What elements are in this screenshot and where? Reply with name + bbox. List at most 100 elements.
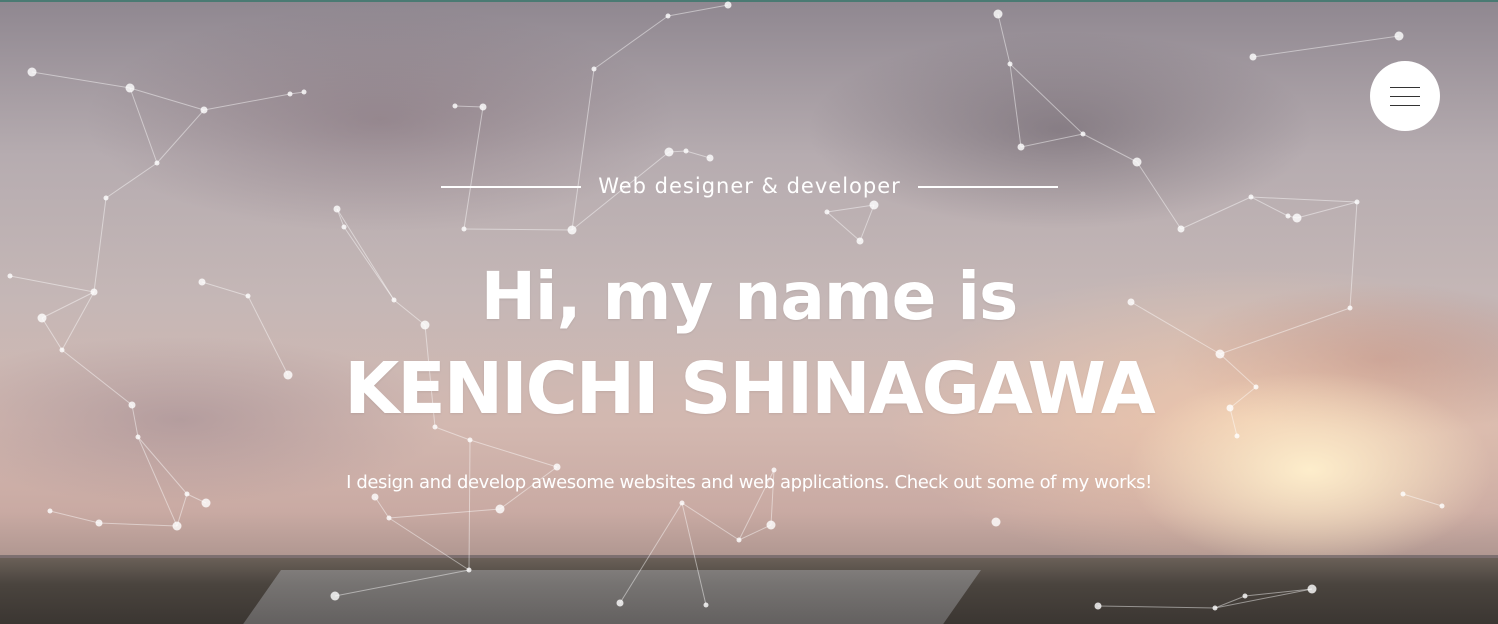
network-dot — [467, 437, 473, 443]
network-dot — [386, 515, 392, 521]
network-line — [49, 510, 100, 524]
network-line — [468, 439, 471, 571]
network-dot — [856, 237, 864, 245]
network-line — [388, 517, 470, 571]
network-dot — [1094, 602, 1102, 610]
network-dot — [1292, 213, 1302, 223]
network-dot — [1248, 194, 1254, 200]
network-dot — [736, 537, 742, 543]
network-dot — [1212, 605, 1218, 611]
network-dot — [200, 106, 208, 114]
network-dot — [1307, 584, 1317, 594]
network-line — [129, 87, 205, 111]
network-dot — [452, 103, 458, 109]
network-dot — [1439, 503, 1445, 509]
network-line — [98, 522, 178, 527]
network-line — [156, 109, 205, 164]
network-line — [463, 106, 484, 230]
network-line — [1214, 595, 1246, 609]
network-line — [619, 502, 683, 604]
network-line — [31, 71, 131, 89]
network-dot — [1017, 143, 1025, 151]
network-line — [1082, 133, 1138, 163]
network-line — [997, 13, 1011, 65]
network-dot — [1242, 593, 1248, 599]
network-dot — [461, 226, 467, 232]
network-line — [1136, 161, 1182, 230]
network-dot — [135, 434, 141, 440]
network-line — [176, 493, 188, 527]
network-dot — [1234, 433, 1240, 439]
network-dot — [824, 209, 830, 215]
network-dot — [495, 504, 505, 514]
network-line — [105, 162, 158, 199]
network-dot — [993, 9, 1003, 19]
network-line — [1250, 196, 1289, 217]
network-dot — [301, 89, 307, 95]
network-dot — [201, 498, 211, 508]
network-dot — [991, 517, 1001, 527]
network-dot — [333, 205, 341, 213]
network-dot — [724, 1, 732, 9]
network-dot — [330, 591, 340, 601]
network-dot — [341, 224, 347, 230]
network-dot — [466, 567, 472, 573]
network-dot — [1354, 199, 1360, 205]
network-line — [1214, 588, 1313, 609]
hero-description: I design and develop awesome websites an… — [346, 472, 1152, 493]
network-line — [685, 150, 711, 159]
network-dot — [287, 91, 293, 97]
network-line — [388, 508, 501, 519]
network-line — [334, 569, 470, 597]
network-line — [1009, 63, 1022, 148]
subtitle: Web designer & developer — [598, 174, 901, 198]
hamburger-bar — [1390, 96, 1420, 97]
menu-button[interactable] — [1370, 61, 1440, 131]
network-line — [203, 93, 291, 111]
network-dot — [1080, 131, 1086, 137]
network-line — [1252, 35, 1400, 58]
hamburger-bar — [1390, 105, 1420, 106]
network-dot — [27, 67, 37, 77]
network-line — [1250, 196, 1358, 203]
network-line — [593, 15, 669, 70]
network-dot — [616, 599, 624, 607]
network-line — [1296, 201, 1358, 219]
network-line — [826, 204, 875, 213]
network-line — [667, 4, 729, 17]
network-dot — [1249, 53, 1257, 61]
network-line — [681, 502, 707, 606]
network-line — [681, 502, 740, 541]
network-dot — [665, 13, 671, 19]
network-dot — [125, 83, 135, 93]
hamburger-menu-icon — [1390, 87, 1420, 88]
network-dot — [591, 66, 597, 72]
hero-section: Web designer & developer Hi, my name is … — [0, 0, 1498, 624]
network-dot — [479, 103, 487, 111]
network-dot — [1007, 61, 1013, 67]
network-dot — [1132, 157, 1142, 167]
network-line — [1020, 133, 1084, 148]
network-dot — [567, 225, 577, 235]
network-line — [1244, 588, 1313, 597]
hero-title-greeting: Hi, my name is — [480, 258, 1019, 335]
network-dot — [95, 519, 103, 527]
network-line — [1009, 63, 1084, 135]
network-dot — [172, 521, 182, 531]
network-dot — [683, 148, 689, 154]
network-line — [826, 211, 861, 242]
network-dot — [1394, 31, 1404, 41]
network-dot — [1177, 225, 1185, 233]
network-line — [1180, 196, 1252, 230]
network-line — [738, 524, 772, 541]
network-line — [859, 204, 875, 242]
network-dot — [47, 508, 53, 514]
network-dot — [664, 147, 674, 157]
subtitle-block: Web designer & developer — [441, 170, 1058, 202]
hero-title-name: KENICHI SHINAGAWA — [344, 347, 1155, 430]
network-dot — [154, 160, 160, 166]
network-dot — [703, 602, 709, 608]
network-line — [1097, 605, 1216, 609]
network-dot — [766, 520, 776, 530]
network-line — [571, 68, 595, 231]
